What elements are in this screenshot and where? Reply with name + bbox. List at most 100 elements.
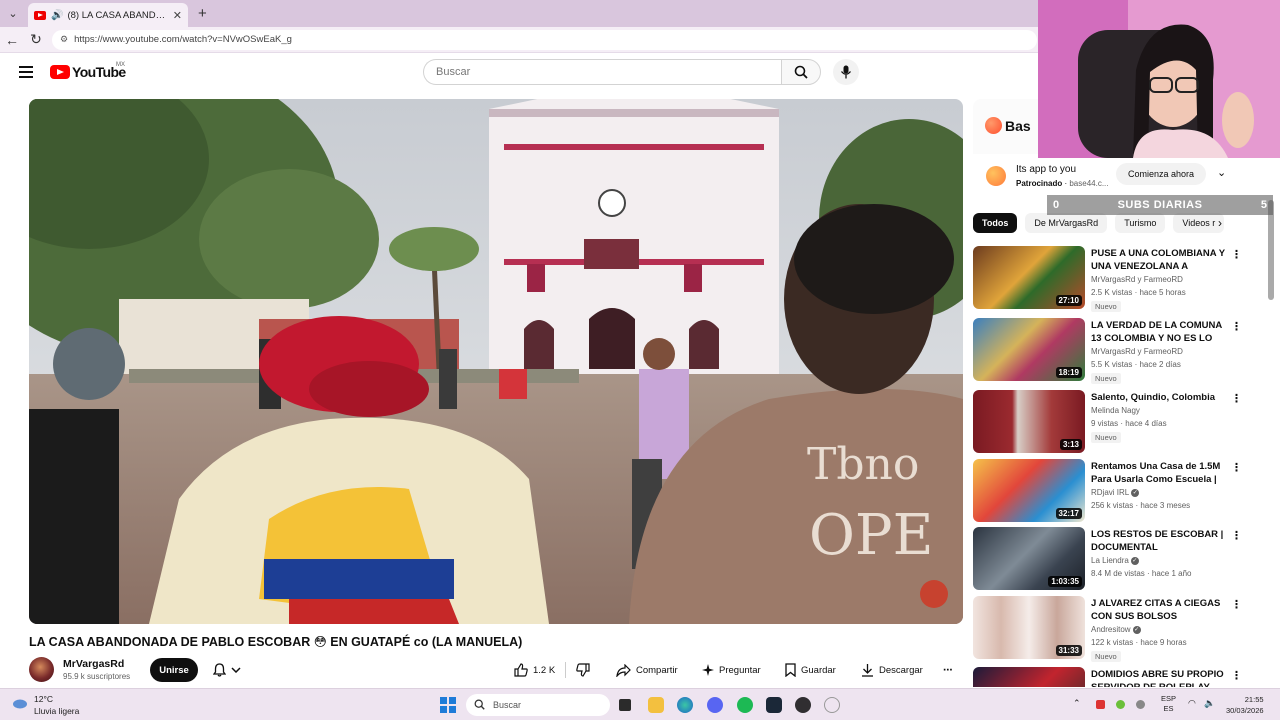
file-explorer-icon[interactable]	[648, 697, 664, 713]
volume-icon[interactable]: 🔈	[1204, 698, 1215, 709]
search-button[interactable]	[781, 59, 821, 85]
list-item[interactable]: DOMIDIOS ABRE SU PROPIO SERVIDOR DE ROLE…	[973, 667, 1255, 687]
tray-app-icon[interactable]	[1096, 700, 1105, 709]
video-thumbnail[interactable]: 31:33	[973, 596, 1085, 659]
filter-chips: Todos De MrVargasRd Turismo Videos r	[973, 212, 1233, 234]
ad-brand-text: Bas	[1005, 117, 1031, 134]
video-thumbnail[interactable]	[973, 667, 1085, 687]
list-item[interactable]: 27:10 PUSE A UNA COLOMBIANA Y UNA VENEZO…	[973, 246, 1255, 312]
subscriber-count: 95.9 k suscriptores	[63, 672, 131, 681]
ask-button[interactable]: Preguntar	[702, 658, 761, 682]
list-item[interactable]: 3:13 Salento, Quindio, Colombia Melinda …	[973, 390, 1255, 456]
edge-browser-icon[interactable]	[677, 697, 693, 713]
chevron-down-icon[interactable]: ⌄	[1217, 166, 1226, 179]
video-meta: 2.5 K vistas · hace 5 horas	[1091, 288, 1186, 297]
windows-start-icon[interactable]	[440, 697, 456, 713]
ad-cta-button[interactable]: Comienza ahora	[1116, 163, 1206, 185]
channel-name[interactable]: Melinda Nagy	[1091, 406, 1140, 415]
more-vertical-icon[interactable]: ⋮	[1231, 248, 1242, 261]
list-item[interactable]: 1:03:35 LOS RESTOS DE ESCOBAR | DOCUMENT…	[973, 527, 1255, 593]
channel-name[interactable]: MrVargasRd y FarmeoRD	[1091, 347, 1183, 356]
search-input[interactable]	[423, 59, 781, 85]
url-field[interactable]: ⚙ https://www.youtube.com/watch?v=NVwOSw…	[52, 29, 1037, 50]
video-title[interactable]: J ALVAREZ CITAS A CIEGAS CON SUS BOLSOS	[1091, 597, 1225, 623]
more-vertical-icon[interactable]: ⋮	[1231, 669, 1242, 682]
tab-close-icon[interactable]: ✕	[173, 9, 182, 22]
download-button[interactable]: Descargar	[861, 658, 923, 682]
wifi-icon[interactable]: ◠	[1188, 698, 1196, 709]
channel-name-text: La Liendra	[1091, 556, 1129, 565]
video-title[interactable]: Rentamos Una Casa de 1.5M Para Usarla Co…	[1091, 460, 1225, 486]
youtube-logo[interactable]: YouTube MX	[50, 62, 126, 80]
list-item[interactable]: 18:19 LA VERDAD DE LA COMUNA 13 COLOMBIA…	[973, 318, 1255, 384]
chip-tourism[interactable]: Turismo	[1115, 213, 1166, 233]
ad-title[interactable]: Its app to you	[1016, 164, 1076, 175]
like-button[interactable]: 1.2 K	[514, 663, 565, 677]
new-tab-icon[interactable]: +	[198, 5, 207, 22]
channel-name[interactable]: Andresitow ✓	[1091, 625, 1141, 634]
video-title[interactable]: Salento, Quindio, Colombia	[1091, 391, 1225, 404]
site-info-icon[interactable]: ⚙	[60, 34, 68, 45]
video-title[interactable]: PUSE A UNA COLOMBIANA Y UNA VENEZOLANA A…	[1091, 247, 1225, 273]
app-icon[interactable]	[824, 697, 840, 713]
channel-name[interactable]: RDjavi IRL ✓	[1091, 488, 1140, 497]
save-label: Guardar	[801, 664, 836, 676]
video-title[interactable]: LOS RESTOS DE ESCOBAR | DOCUMENTAL	[1091, 528, 1225, 554]
ad-brand-icon	[985, 117, 1002, 134]
dislike-button[interactable]	[576, 663, 595, 677]
reload-icon[interactable]: ↻	[24, 31, 48, 48]
voice-search-button[interactable]	[833, 59, 859, 85]
video-thumbnail[interactable]: 32:17	[973, 459, 1085, 522]
share-icon	[616, 663, 631, 677]
ad-banner[interactable]: Bas	[973, 99, 1038, 154]
discord-icon[interactable]	[707, 697, 723, 713]
chip-channel[interactable]: De MrVargasRd	[1025, 213, 1108, 233]
tray-app-icon[interactable]	[1116, 700, 1125, 709]
keyboard-layout: ES	[1163, 704, 1174, 713]
sidebar-scrollbar[interactable]	[1268, 200, 1274, 300]
more-vertical-icon[interactable]: ⋮	[1231, 392, 1242, 405]
menu-icon[interactable]	[19, 66, 33, 78]
taskbar-search[interactable]: Buscar	[466, 694, 610, 716]
ad-domain: base44.c...	[1069, 179, 1109, 188]
chevron-right-icon[interactable]: ›	[1218, 216, 1222, 230]
list-item[interactable]: 31:33 J ALVAREZ CITAS A CIEGAS CON SUS B…	[973, 596, 1255, 662]
channel-name[interactable]: MrVargasRd	[63, 658, 124, 670]
chip-all[interactable]: Todos	[973, 213, 1018, 233]
video-player[interactable]: Tbno OPE	[29, 99, 963, 624]
speaker-icon[interactable]: 🔊	[51, 10, 63, 21]
channel-avatar[interactable]	[29, 657, 54, 682]
back-arrow-icon[interactable]: ←	[0, 32, 24, 48]
video-thumbnail[interactable]: 18:19	[973, 318, 1085, 381]
video-thumbnail[interactable]: 3:13	[973, 390, 1085, 453]
system-clock[interactable]: 21:55 30/03/2026	[1226, 694, 1264, 716]
more-vertical-icon[interactable]: ⋮	[1231, 461, 1242, 474]
chip-related[interactable]: Videos r	[1173, 213, 1225, 233]
thumbs-up-icon	[514, 663, 528, 677]
tab-list-button[interactable]: ⌄	[2, 3, 24, 25]
join-button[interactable]: Unirse	[150, 658, 198, 682]
channel-name[interactable]: La Liendra ✓	[1091, 556, 1139, 565]
obs-icon[interactable]	[795, 697, 811, 713]
notifications-button[interactable]	[207, 658, 247, 682]
channel-name[interactable]: MrVargasRd y FarmeoRD	[1091, 275, 1183, 284]
more-vertical-icon[interactable]: ⋮	[1231, 529, 1242, 542]
language-indicator[interactable]: ESP ES	[1161, 694, 1176, 714]
tray-chevron-up-icon[interactable]: ⌃	[1073, 698, 1081, 709]
video-thumbnail[interactable]: 1:03:35	[973, 527, 1085, 590]
spotify-icon[interactable]	[737, 697, 753, 713]
more-vertical-icon[interactable]: ⋮	[1231, 598, 1242, 611]
steam-icon[interactable]	[766, 697, 782, 713]
more-vertical-icon[interactable]: ⋮	[1231, 320, 1242, 333]
tray-app-icon[interactable]	[1136, 700, 1145, 709]
video-title[interactable]: DOMIDIOS ABRE SU PROPIO SERVIDOR DE ROLE…	[1091, 668, 1225, 687]
more-actions-button[interactable]: ⋯	[943, 658, 953, 682]
save-button[interactable]: Guardar	[785, 658, 836, 682]
share-button[interactable]: Compartir	[616, 658, 678, 682]
task-view-icon[interactable]	[619, 699, 631, 711]
video-thumbnail[interactable]: 27:10	[973, 246, 1085, 309]
browser-tab-active[interactable]: 🔊 (8) LA CASA ABANDONADA D ✕	[28, 3, 188, 27]
video-title[interactable]: LA VERDAD DE LA COMUNA 13 COLOMBIA Y NO …	[1091, 319, 1225, 345]
list-item[interactable]: 32:17 Rentamos Una Casa de 1.5M Para Usa…	[973, 459, 1255, 525]
new-badge: Nuevo	[1091, 651, 1121, 662]
